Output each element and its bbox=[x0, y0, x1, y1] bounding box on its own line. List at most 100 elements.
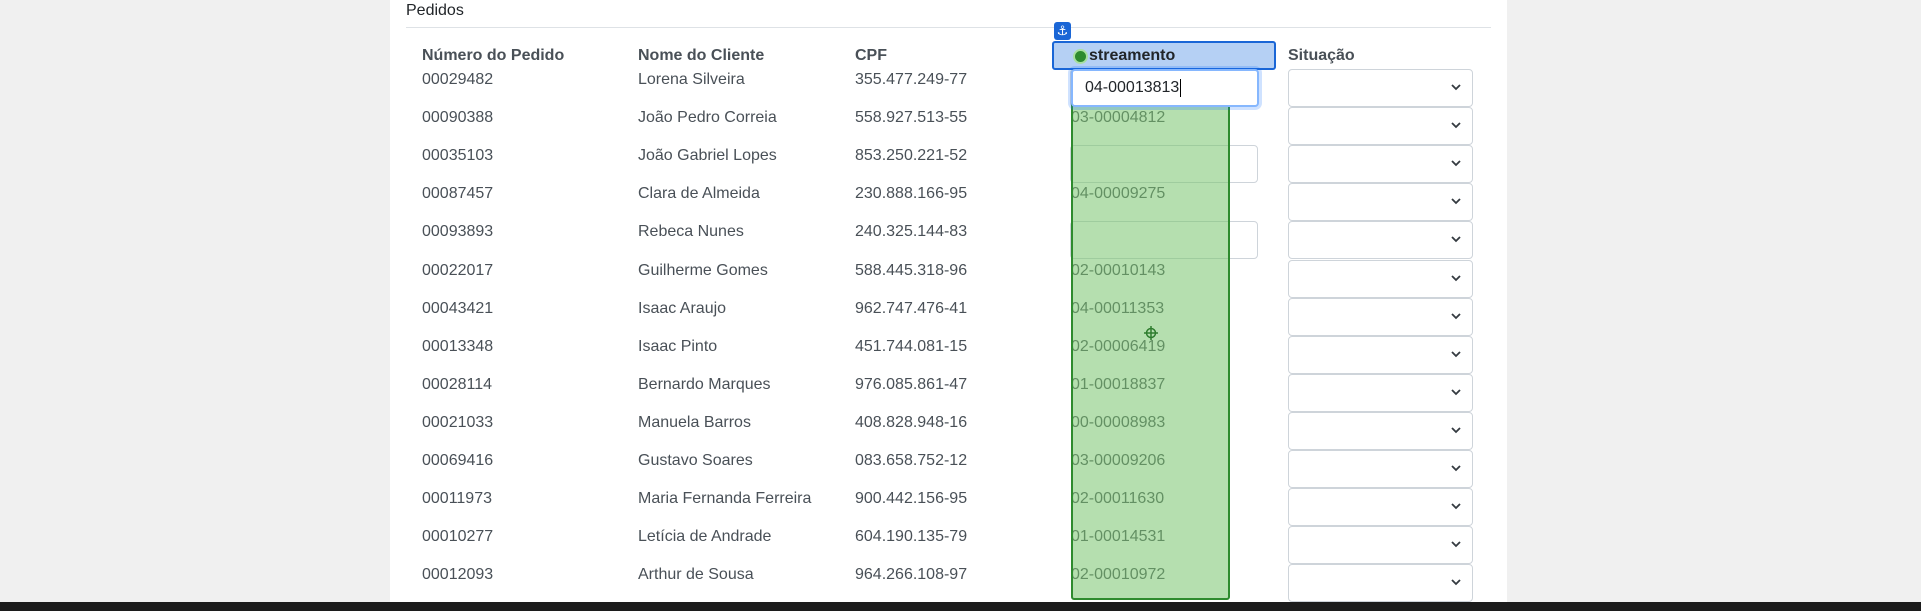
table-row: 00010277 Letícia de Andrade 604.190.135-79… bbox=[390, 526, 1507, 565]
cpf-cell: 976.085.861-47 bbox=[855, 375, 968, 393]
header-cpf[interactable]: CPF bbox=[855, 47, 887, 65]
cpf-cell: 451.744.081-15 bbox=[855, 337, 968, 355]
cpf-cell: 240.325.144-83 bbox=[855, 223, 968, 241]
client-name-cell: João Pedro Correia bbox=[638, 109, 777, 127]
cpf-cell: 588.445.318-96 bbox=[855, 261, 968, 279]
tracking-code-cell: 01-00018837 bbox=[1071, 375, 1166, 393]
tracking-code-cell: 02-00011630 bbox=[1071, 490, 1165, 508]
order-number-cell: 00093893 bbox=[422, 223, 494, 241]
table-row: 00028114 Bernardo Marques 976.085.861-47 01… bbox=[390, 373, 1507, 412]
status-select[interactable] bbox=[1288, 259, 1473, 298]
status-select[interactable] bbox=[1288, 488, 1473, 527]
status-select[interactable] bbox=[1288, 69, 1473, 107]
status-select[interactable] bbox=[1288, 411, 1473, 450]
table-row: 00035103 João Gabriel Lopes 853.250.221-52 bbox=[390, 145, 1507, 184]
chevron-down-icon bbox=[1451, 236, 1461, 243]
client-name-cell: Letícia de Andrade bbox=[638, 528, 772, 546]
order-number-cell: 00010277 bbox=[422, 528, 494, 546]
tracking-code-cell: 04-00009275 bbox=[1071, 185, 1166, 203]
cpf-cell: 355.477.249-77 bbox=[855, 71, 968, 88]
order-number-cell: 00087457 bbox=[422, 185, 494, 203]
status-select[interactable] bbox=[1288, 335, 1473, 374]
chevron-down-icon bbox=[1451, 198, 1461, 205]
chevron-down-icon bbox=[1451, 312, 1461, 319]
chevron-down-icon bbox=[1451, 541, 1461, 548]
tracking-input-active[interactable]: 04-00013813 bbox=[1071, 69, 1259, 107]
status-select[interactable] bbox=[1288, 297, 1473, 336]
tracking-code-cell: 03-00009206 bbox=[1071, 452, 1166, 469]
table-row: 00011973 Maria Fernanda Ferreira 900.442.1… bbox=[390, 488, 1507, 527]
cpf-cell: 558.927.513-55 bbox=[855, 109, 968, 127]
header-status[interactable]: Situação bbox=[1288, 47, 1355, 65]
table-row: 00087457 Clara de Almeida 230.888.166-95 04… bbox=[390, 183, 1507, 222]
chevron-down-icon bbox=[1451, 579, 1461, 586]
client-name-cell: Maria Fernanda Ferreira bbox=[638, 490, 812, 508]
cpf-cell: 230.888.166-95 bbox=[855, 185, 968, 203]
table-row: 00029482 Lorena Silveira 355.477.249-77 bbox=[390, 69, 1507, 107]
cpf-cell: 408.828.948-16 bbox=[855, 413, 968, 431]
order-number-cell: 00029482 bbox=[422, 71, 494, 88]
status-select[interactable] bbox=[1288, 373, 1473, 412]
order-number-cell: 00022017 bbox=[422, 261, 494, 279]
order-number-cell: 00069416 bbox=[422, 452, 494, 469]
client-name-cell: Gustavo Soares bbox=[638, 452, 753, 469]
cpf-cell: 604.190.135-79 bbox=[855, 528, 968, 546]
header-order-number[interactable]: Número do Pedido bbox=[422, 47, 564, 65]
order-number-cell: 00011973 bbox=[422, 490, 492, 508]
client-name-cell: Guilherme Gomes bbox=[638, 261, 768, 279]
chevron-down-icon bbox=[1451, 503, 1461, 510]
chevron-down-icon bbox=[1451, 389, 1461, 396]
status-select[interactable] bbox=[1288, 107, 1473, 146]
tracking-code-cell: 00-00008983 bbox=[1071, 413, 1166, 431]
table-row: 00021033 Manuela Barros 408.828.948-16 00-0… bbox=[390, 411, 1507, 450]
taskbar bbox=[0, 602, 1921, 611]
chevron-down-icon bbox=[1451, 427, 1461, 434]
target-icon[interactable] bbox=[1073, 49, 1088, 64]
chevron-down-icon bbox=[1451, 122, 1461, 129]
status-select[interactable] bbox=[1288, 183, 1473, 222]
cpf-cell: 083.658.752-12 bbox=[855, 452, 968, 469]
chevron-down-icon bbox=[1451, 274, 1461, 281]
crosshair-icon bbox=[1144, 326, 1158, 340]
table-row: 00022017 Guilherme Gomes 588.445.318-96 02-… bbox=[390, 259, 1507, 298]
chevron-down-icon bbox=[1451, 351, 1461, 357]
table-row: 00013348 Isaac Pinto 451.744.081-15 02-0000… bbox=[390, 335, 1507, 374]
order-number-cell: 00090388 bbox=[422, 109, 494, 127]
tracking-code-cell: 04-00011353 bbox=[1071, 299, 1165, 317]
section-title: Pedidos bbox=[406, 2, 464, 19]
client-name-cell: Lorena Silveira bbox=[638, 71, 745, 88]
tracking-code-cell: 01-00014531 bbox=[1071, 528, 1166, 546]
tracking-code-cell: 02-00010143 bbox=[1071, 261, 1166, 279]
orders-panel: Pedidos Número do Pedido Nome do Cliente… bbox=[390, 0, 1507, 603]
order-number-cell: 00028114 bbox=[422, 375, 492, 393]
chevron-down-icon bbox=[1451, 160, 1461, 167]
chevron-down-icon bbox=[1451, 465, 1461, 472]
client-name-cell: Clara de Almeida bbox=[638, 185, 760, 203]
cpf-cell: 853.250.221-52 bbox=[855, 147, 968, 165]
table-row: 00090388 João Pedro Correia 558.927.513-55… bbox=[390, 107, 1507, 146]
client-name-cell: Isaac Pinto bbox=[638, 337, 718, 355]
section-divider bbox=[406, 27, 1491, 28]
order-number-cell: 00012093 bbox=[422, 566, 494, 584]
order-number-cell: 00013348 bbox=[422, 337, 494, 355]
status-select[interactable] bbox=[1288, 564, 1473, 603]
status-select[interactable] bbox=[1288, 526, 1473, 565]
status-select[interactable] bbox=[1288, 450, 1473, 488]
tracking-code-cell: 02-00010972 bbox=[1071, 566, 1166, 584]
tracking-code-cell: 02-00006419 bbox=[1071, 337, 1166, 355]
tracking-code-input[interactable] bbox=[1070, 145, 1258, 184]
table-row: 00043421 Isaac Araujo 962.747.476-41 04-000… bbox=[390, 297, 1507, 336]
client-name-cell: Manuela Barros bbox=[638, 413, 751, 431]
client-name-cell: Bernardo Marques bbox=[638, 375, 771, 393]
table-row: 00069416 Gustavo Soares 083.658.752-12 03-0… bbox=[390, 450, 1507, 488]
status-select[interactable] bbox=[1288, 145, 1473, 184]
chevron-down-icon bbox=[1451, 84, 1461, 91]
order-number-cell: 00021033 bbox=[422, 413, 494, 431]
status-select[interactable] bbox=[1288, 221, 1473, 260]
client-name-cell: Rebeca Nunes bbox=[638, 223, 744, 241]
tracking-code-input[interactable] bbox=[1070, 221, 1258, 260]
client-name-cell: Arthur de Sousa bbox=[638, 566, 754, 584]
header-tracking[interactable]: streamento bbox=[1089, 47, 1175, 65]
header-client-name[interactable]: Nome do Cliente bbox=[638, 47, 764, 65]
anchor-icon[interactable]: ⚓ bbox=[1054, 22, 1071, 40]
